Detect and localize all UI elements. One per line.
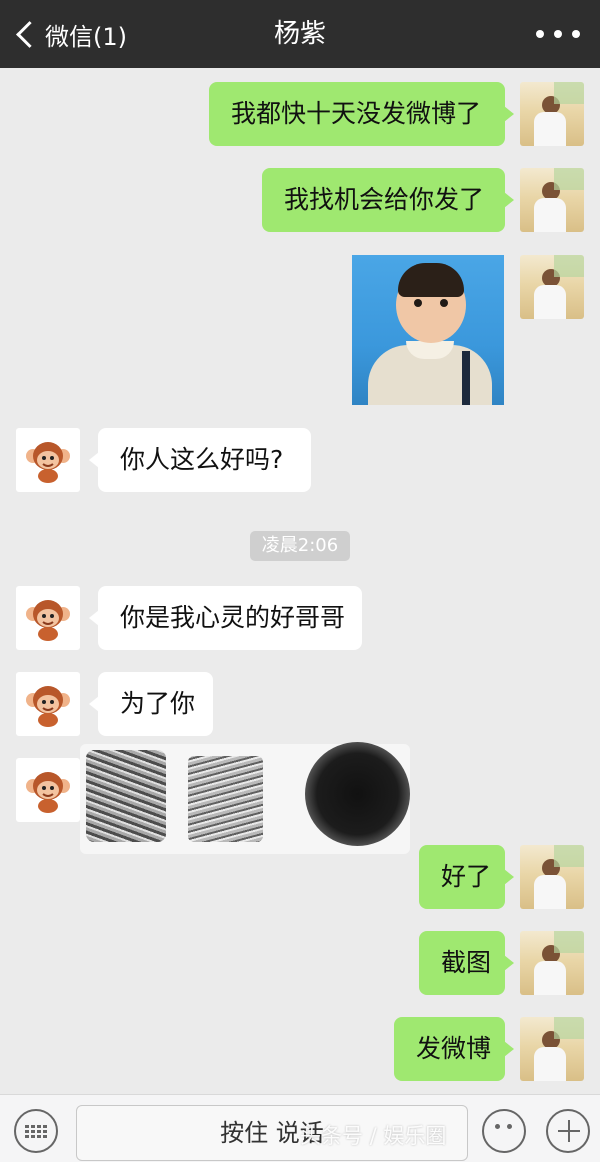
message-bubble[interactable]: 我都快十天没发微博了 [209, 82, 514, 146]
message-bubble[interactable]: 我找机会给你发了 [262, 168, 514, 232]
my-avatar[interactable] [520, 1017, 584, 1081]
redacted-message [80, 740, 420, 855]
plus-icon[interactable] [546, 1109, 590, 1153]
my-avatar[interactable] [520, 255, 584, 319]
timestamp: 凌晨2:06 [250, 531, 350, 561]
more-dots-icon [554, 30, 562, 38]
top-navigation-bar: 微信(1) 杨紫 [0, 0, 600, 68]
photo-eye [414, 299, 422, 307]
redaction-scribble [86, 750, 166, 842]
message-bubble[interactable]: 你人这么好吗? [89, 428, 311, 492]
monkey-avatar-icon[interactable] [16, 758, 80, 822]
emoji-icon[interactable] [482, 1109, 526, 1153]
monkey-avatar-icon[interactable] [16, 672, 80, 736]
message-bubble[interactable]: 发微博 [394, 1017, 514, 1081]
monkey-avatar-icon[interactable] [16, 586, 80, 650]
my-avatar[interactable] [520, 168, 584, 232]
sent-photo[interactable] [352, 255, 504, 405]
chat-title: 杨紫 [273, 19, 326, 49]
redaction-blot [305, 742, 410, 846]
photo-eye [440, 299, 448, 307]
more-dots-icon [536, 30, 544, 38]
my-avatar[interactable] [520, 931, 584, 995]
more-button[interactable] [536, 24, 580, 44]
watermark: 头条号 / 娱乐圈 [300, 1124, 447, 1148]
more-dots-icon [572, 30, 580, 38]
photo-strap [462, 351, 470, 405]
photo-hair [398, 263, 464, 297]
message-bubble[interactable]: 截图 [419, 931, 514, 995]
message-bubble[interactable]: 为了你 [89, 672, 213, 736]
keyboard-icon[interactable] [14, 1109, 58, 1153]
my-avatar[interactable] [520, 845, 584, 909]
message-bubble[interactable]: 好了 [419, 845, 514, 909]
redaction-scribble [188, 756, 263, 842]
monkey-avatar-icon[interactable] [16, 428, 80, 492]
message-bubble[interactable]: 你是我心灵的好哥哥 [89, 586, 362, 650]
my-avatar[interactable] [520, 82, 584, 146]
